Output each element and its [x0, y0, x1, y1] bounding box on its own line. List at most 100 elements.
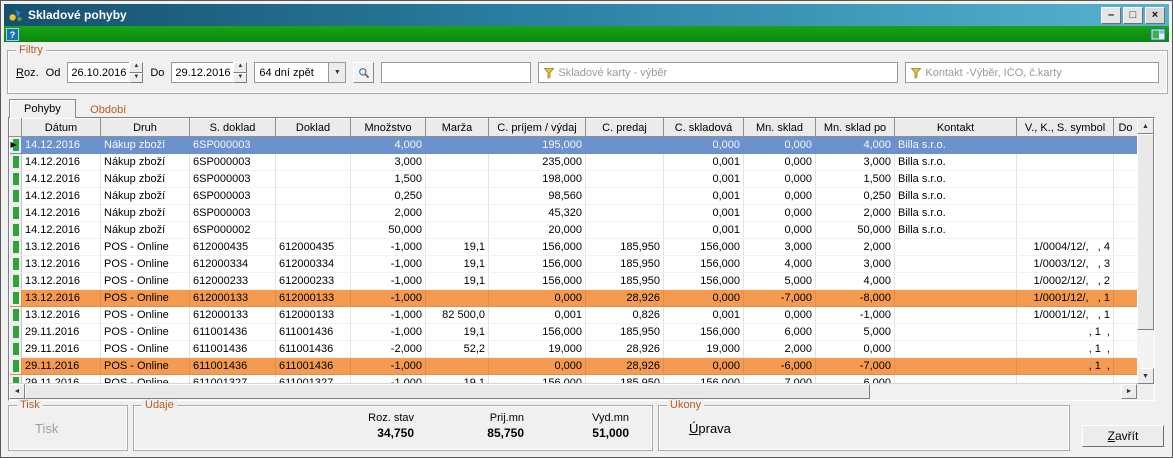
cell[interactable] — [586, 188, 664, 205]
titlebar[interactable]: Skladové pohyby – □ × — [4, 4, 1169, 26]
cell[interactable]: 0,000 — [489, 290, 586, 307]
cell[interactable]: 29.11.2016 — [22, 358, 101, 375]
cell[interactable]: 0,001 — [664, 222, 744, 239]
stock-card-filter-input[interactable] — [558, 64, 897, 81]
cell[interactable]: 235,000 — [489, 154, 586, 171]
cell[interactable]: 6SP000003 — [190, 188, 276, 205]
cell[interactable]: Billa s.r.o. — [895, 171, 1017, 188]
search-input[interactable] — [381, 62, 531, 83]
cell[interactable] — [1017, 137, 1114, 154]
cell[interactable]: 13.12.2016 — [22, 239, 101, 256]
cell[interactable] — [895, 239, 1017, 256]
cell[interactable]: 6SP000003 — [190, 205, 276, 222]
cell[interactable]: Nákup zboží — [101, 154, 190, 171]
cell[interactable]: 0,000 — [744, 307, 816, 324]
cell[interactable]: 1/0001/12/, , 1 — [1017, 290, 1114, 307]
cell[interactable]: 6SP000003 — [190, 171, 276, 188]
cell[interactable] — [276, 171, 351, 188]
cell[interactable]: 2,000 — [816, 205, 895, 222]
cell[interactable]: 0,001 — [489, 307, 586, 324]
column-header[interactable]: S. doklad — [190, 119, 276, 137]
cell[interactable]: -8,000 — [816, 290, 895, 307]
cell[interactable] — [1114, 137, 1138, 154]
scroll-up-icon[interactable] — [1137, 118, 1154, 134]
scroll-left-icon[interactable] — [9, 384, 25, 399]
cell[interactable]: 20,000 — [489, 222, 586, 239]
cell[interactable]: 612000233 — [276, 273, 351, 290]
cell[interactable]: 14.12.2016 — [22, 222, 101, 239]
cell[interactable] — [895, 307, 1017, 324]
cell[interactable]: -1,000 — [351, 324, 426, 341]
cell[interactable]: 19,1 — [426, 256, 489, 273]
cell[interactable] — [1017, 188, 1114, 205]
cell[interactable]: 6,000 — [744, 324, 816, 341]
cell[interactable]: 14.12.2016 — [22, 205, 101, 222]
table-row[interactable]: 14.12.2016Nákup zboží6SP0000032,00045,32… — [10, 205, 1138, 222]
column-header[interactable]: Mn. sklad — [744, 119, 816, 137]
cell[interactable]: 156,000 — [489, 239, 586, 256]
spin-down-icon[interactable] — [233, 73, 247, 84]
cell[interactable]: , 1 , — [1017, 341, 1114, 358]
cell[interactable]: -1,000 — [351, 307, 426, 324]
cell[interactable]: 4,000 — [744, 256, 816, 273]
cell[interactable]: Billa s.r.o. — [895, 154, 1017, 171]
tab-obdobi[interactable]: Období — [80, 101, 136, 118]
column-header[interactable]: Doklad — [276, 119, 351, 137]
cell[interactable]: 0,000 — [744, 154, 816, 171]
cell[interactable]: 29.11.2016 — [22, 341, 101, 358]
table-row[interactable]: 29.11.2016POS - Online611001436611001436… — [10, 358, 1138, 375]
cell[interactable]: 0,826 — [586, 307, 664, 324]
cell[interactable]: 0,000 — [664, 358, 744, 375]
cell[interactable] — [276, 137, 351, 154]
cell[interactable] — [895, 256, 1017, 273]
cell[interactable] — [1114, 341, 1138, 358]
hscroll-thumb[interactable] — [25, 384, 870, 399]
cell[interactable] — [1114, 324, 1138, 341]
cell[interactable] — [1017, 154, 1114, 171]
table-row[interactable]: 29.11.2016POS - Online611001436611001436… — [10, 341, 1138, 358]
cell[interactable]: 612000133 — [190, 290, 276, 307]
cell[interactable]: Nákup zboží — [101, 205, 190, 222]
cell[interactable] — [426, 154, 489, 171]
cell[interactable]: 612000435 — [190, 239, 276, 256]
cell[interactable]: 185,950 — [586, 273, 664, 290]
table-row[interactable]: 29.11.2016POS - Online611001436611001436… — [10, 324, 1138, 341]
cell[interactable]: 3,000 — [351, 154, 426, 171]
search-button[interactable] — [353, 62, 374, 83]
date-to-input[interactable] — [171, 62, 233, 83]
cell[interactable]: 612000334 — [276, 256, 351, 273]
cell[interactable] — [426, 290, 489, 307]
cell[interactable] — [1114, 256, 1138, 273]
cell[interactable]: 611001436 — [190, 341, 276, 358]
cell[interactable]: 13.12.2016 — [22, 256, 101, 273]
column-header[interactable]: Marža — [426, 119, 489, 137]
cell[interactable]: Nákup zboží — [101, 137, 190, 154]
cell[interactable]: -1,000 — [816, 307, 895, 324]
cell[interactable]: -1,000 — [351, 358, 426, 375]
table-row[interactable]: 14.12.2016Nákup zboží6SP0000030,25098,56… — [10, 188, 1138, 205]
cell[interactable] — [586, 205, 664, 222]
table-row[interactable]: 14.12.2016Nákup zboží6SP0000031,500198,0… — [10, 171, 1138, 188]
cell[interactable]: 52,2 — [426, 341, 489, 358]
cell[interactable]: Billa s.r.o. — [895, 222, 1017, 239]
cell[interactable]: 3,000 — [744, 239, 816, 256]
cell[interactable]: 195,000 — [489, 137, 586, 154]
cell[interactable]: 1/0001/12/, , 1 — [1017, 307, 1114, 324]
table-row[interactable]: 13.12.2016POS - Online612000435612000435… — [10, 239, 1138, 256]
cell[interactable]: 5,000 — [744, 273, 816, 290]
cell[interactable]: 198,000 — [489, 171, 586, 188]
cell[interactable]: -1,000 — [351, 273, 426, 290]
cell[interactable] — [276, 222, 351, 239]
cell[interactable]: 6SP000003 — [190, 154, 276, 171]
cell[interactable]: 14.12.2016 — [22, 154, 101, 171]
cell[interactable]: -1,000 — [351, 290, 426, 307]
cell[interactable]: 4,000 — [351, 137, 426, 154]
cell[interactable]: 19,1 — [426, 239, 489, 256]
cell[interactable]: 156,000 — [489, 256, 586, 273]
cell[interactable]: POS - Online — [101, 239, 190, 256]
cell[interactable]: 1,500 — [351, 171, 426, 188]
cell[interactable] — [426, 137, 489, 154]
cell[interactable] — [276, 205, 351, 222]
scroll-right-icon[interactable] — [1121, 384, 1137, 399]
scroll-down-icon[interactable] — [1137, 368, 1154, 384]
